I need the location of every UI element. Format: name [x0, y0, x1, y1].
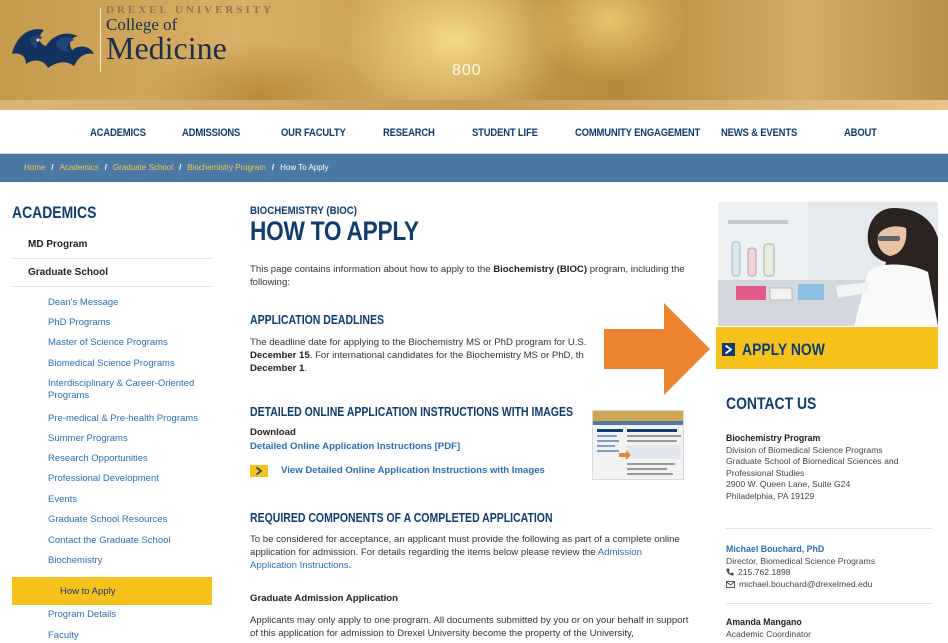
view-instructions-link[interactable]: View Detailed Online Application Instruc…	[281, 465, 545, 476]
sidebar-item-how-to-apply[interactable]: How to Apply	[12, 577, 212, 605]
sidebar-sub-interdisciplinary[interactable]: Interdisciplinary & Career-Oriented Prog…	[48, 378, 214, 402]
chevron-right-icon	[250, 465, 268, 477]
contact-address-line: Professional Studies	[726, 467, 805, 478]
deadlines-text: The deadline date for applying to the Bi…	[250, 337, 587, 348]
envelope-icon	[726, 580, 735, 588]
breadcrumb: Home / Academics / Graduate School / Biochemis…	[24, 163, 328, 172]
contact-coordinator-block: Amanda Mangano Academic Coordinator	[726, 617, 936, 640]
sidebar-sub-biomedical-science[interactable]: Biomedical Science Programs	[48, 358, 214, 370]
deadlines-text-2: . For international candidates for the B…	[309, 350, 584, 361]
sidebar-sub-summer-programs[interactable]: Summer Programs	[48, 433, 214, 445]
breadcrumb-separator: /	[178, 163, 182, 172]
sidebar-active-label: How to Apply	[60, 586, 116, 597]
contact-us-title: CONTACT US	[726, 394, 817, 413]
main-nav: ACADEMICS ADMISSIONS OUR FACULTY RESEARC…	[0, 110, 948, 154]
contact-address-line: Division of Biomedical Science Programs	[726, 444, 883, 455]
nav-news-events[interactable]: NEWS & EVENTS	[721, 127, 797, 139]
intro-paragraph: This page contains information about how…	[250, 263, 690, 289]
apply-now-label: APPLY NOW	[742, 340, 825, 359]
breadcrumb-current: How To Apply	[280, 163, 329, 172]
logo-medicine-line: Medicine	[106, 30, 227, 66]
required-text-end: .	[348, 560, 352, 571]
nav-student-life[interactable]: STUDENT LIFE	[472, 127, 538, 139]
sidebar-sub-graduate-school-resources[interactable]: Graduate School Resources	[48, 514, 214, 526]
breadcrumb-bar: Home / Academics / Graduate School / Biochemis…	[0, 154, 948, 182]
contact-divider	[726, 528, 932, 529]
chevron-right-icon	[722, 343, 735, 356]
instructions-thumbnail[interactable]	[592, 410, 684, 480]
nav-about[interactable]: ABOUT	[844, 127, 877, 139]
contact-address-line: Graduate School of Biomedical Sciences a…	[726, 456, 899, 466]
required-paragraph: To be considered for acceptance, an appl…	[250, 533, 690, 572]
sidebar-sub-pre-medical[interactable]: Pre-medical & Pre-health Programs	[48, 413, 214, 425]
intro-text: This page contains information about how…	[250, 264, 494, 275]
contact-director-title: Director, Biomedical Science Programs	[726, 555, 876, 566]
apply-now-button[interactable]: APPLY NOW	[716, 327, 938, 369]
dragon-logo-icon[interactable]	[8, 14, 96, 72]
contact-email: michael.bouchard@drexelmed.edu	[739, 578, 873, 589]
contact-phone: 215.762.1898	[738, 567, 791, 577]
college-logo-text[interactable]: DREXEL UNIVERSITY College of Medicine	[106, 4, 274, 66]
nav-community-engagement[interactable]: COMMUNITY ENGAGEMENT	[575, 127, 700, 139]
deadline-domestic: December 15	[250, 350, 310, 361]
sidebar-sub-master-of-science[interactable]: Master of Science Programs	[48, 337, 214, 349]
contact-program-block: Biochemistry Program Division of Biomedi…	[726, 433, 936, 502]
contact-phone-row[interactable]: 215.762.1898	[726, 567, 936, 579]
deadlines-heading: APPLICATION DEADLINES	[250, 313, 384, 327]
sidebar-sub-biochemistry[interactable]: Biochemistry	[48, 555, 214, 567]
breadcrumb-separator: /	[104, 163, 107, 172]
banner-beaker-mark: 800	[452, 62, 482, 79]
sidebar-sub-contact-graduate-school[interactable]: Contact the Graduate School	[48, 535, 214, 547]
intro-program-name: Biochemistry (BIOC)	[493, 264, 588, 275]
deadline-international: December 1	[250, 363, 305, 374]
lab-researcher-photo	[718, 202, 938, 326]
breadcrumb-graduate-school[interactable]: Graduate School	[113, 163, 173, 172]
sidebar-item-graduate-school[interactable]: Graduate School	[12, 259, 212, 287]
sidebar-sub-events[interactable]: Events	[48, 494, 214, 506]
contact-email-row[interactable]: michael.bouchard@drexelmed.edu	[726, 579, 936, 591]
contact-coordinator-name: Amanda Mangano	[726, 617, 802, 627]
breadcrumb-home[interactable]: Home	[24, 163, 45, 172]
contact-address-line: 2900 W. Queen Lane, Suite G24	[726, 479, 851, 489]
breadcrumb-academics[interactable]: Academics	[60, 163, 99, 172]
instructions-heading: DETAILED ONLINE APPLICATION INSTRUCTIONS…	[250, 405, 573, 419]
pdf-instructions-link[interactable]: Detailed Online Application Instructions…	[250, 441, 460, 452]
phone-icon	[726, 568, 734, 576]
sidebar-title: ACADEMICS	[12, 203, 97, 222]
contact-divider	[726, 603, 932, 604]
nav-academics[interactable]: ACADEMICS	[90, 127, 146, 139]
deadlines-text-3: .	[304, 363, 308, 374]
page-title: HOW TO APPLY	[250, 216, 419, 246]
sidebar-item-md-program[interactable]: MD Program	[12, 231, 212, 259]
sidebar-sub-professional-development[interactable]: Professional Development	[48, 473, 214, 485]
contact-address-line: Philadelphia, PA 19129	[726, 490, 815, 501]
breadcrumb-separator: /	[271, 163, 275, 172]
nav-admissions[interactable]: ADMISSIONS	[182, 127, 240, 139]
orange-arrow-icon	[604, 303, 710, 395]
banner-rim	[0, 100, 948, 110]
sidebar-sub-research-opportunities[interactable]: Research Opportunities	[48, 453, 214, 465]
sidebar-sub-phd-programs[interactable]: PhD Programs	[48, 317, 214, 329]
contact-coordinator-title: Academic Coordinator	[726, 628, 812, 639]
sidebar-sub-deans-message[interactable]: Dean's Message	[48, 297, 214, 309]
sidebar-sub-faculty[interactable]: Faculty	[48, 630, 214, 642]
logo-divider	[100, 8, 101, 72]
contact-director-name[interactable]: Michael Bouchard, PhD	[726, 544, 936, 556]
grad-app-paragraph: Applicants may only apply to one program…	[250, 615, 689, 639]
sidebar-sub-program-details[interactable]: Program Details	[48, 609, 214, 621]
download-label: Download	[250, 427, 296, 438]
contact-program-name: Biochemistry Program	[726, 433, 821, 443]
grad-app-heading: Graduate Admission Application	[250, 593, 399, 604]
required-heading: REQUIRED COMPONENTS OF A COMPLETED APPLI…	[250, 511, 553, 525]
nav-our-faculty[interactable]: OUR FACULTY	[281, 127, 346, 139]
breadcrumb-separator: /	[51, 163, 54, 172]
contact-director-block: Michael Bouchard, PhD Director, Biomedic…	[726, 544, 936, 590]
nav-research[interactable]: RESEARCH	[383, 127, 435, 139]
breadcrumb-biochemistry-program[interactable]: Biochemistry Program	[187, 163, 266, 172]
header-banner: 800 DREXEL UNIVERSITY College of Medicin…	[0, 0, 948, 110]
